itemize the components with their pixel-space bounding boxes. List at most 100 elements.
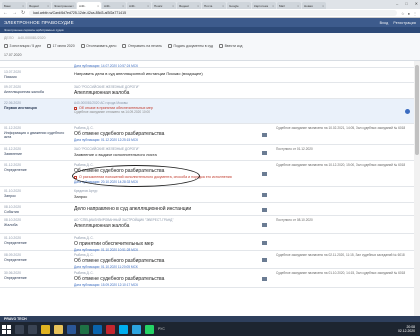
browser-tab-label: Google (229, 3, 239, 8)
event-title[interactable]: О принятии обеспечительных мер (74, 241, 274, 247)
browser-tab[interactable]: Банк × (2, 2, 26, 9)
browser-tab[interactable]: Электронное × (52, 2, 76, 9)
event-title[interactable]: Об отмене судебного разбирательства (74, 168, 274, 174)
toolbar-button[interactable]: Отслеживать дело (80, 44, 116, 48)
browser-tab[interactable]: Google × (227, 2, 251, 9)
event-kind: Определение (4, 258, 27, 262)
minimize-button[interactable]: – (396, 1, 398, 6)
event-title[interactable]: Об отмене судебного разбирательства (74, 131, 274, 137)
browser-tab-label: Яндекс (179, 3, 190, 8)
scrollbar-thumb[interactable] (415, 65, 419, 155)
toolbar-button[interactable]: 3 инстанция / 5 дел (4, 44, 41, 48)
mail-icon[interactable] (262, 223, 267, 227)
outlook-app-icon[interactable] (93, 324, 102, 334)
register-link[interactable]: Регистрация (393, 21, 416, 25)
close-tab-icon[interactable]: × (197, 4, 199, 8)
event-kind: Заявление (4, 152, 23, 156)
task-view-app-icon[interactable] (28, 324, 37, 334)
address-bar-row: ← → ↻ kad.arbitr.ru/Card/6d7ed725-12de-4… (0, 9, 420, 18)
event-author: А40-000081/2020 АС города Москвы (74, 101, 128, 105)
browser-tab[interactable]: A40- × (127, 2, 151, 9)
mail-icon[interactable] (262, 172, 267, 176)
menu-icon[interactable]: ⋮ (413, 11, 417, 16)
close-tab-icon[interactable]: × (172, 4, 174, 8)
close-tab-icon[interactable]: × (72, 4, 74, 8)
close-tab-icon[interactable]: × (222, 4, 224, 8)
event-right-col: Судебное заседание назначено на 10.12.20… (276, 163, 406, 167)
chrome-app-icon[interactable] (41, 324, 50, 334)
toolbar-button[interactable]: 17 июня 2020 (47, 44, 75, 48)
maximize-button[interactable]: □ (405, 1, 407, 6)
close-tab-icon[interactable]: × (97, 4, 99, 8)
browser-tab-label: A40- (104, 3, 111, 8)
event-date-col: 08.10.2020 Жалоба (4, 218, 70, 227)
event-title[interactable]: Дело направлено в суд апелляционной инст… (74, 206, 274, 212)
mail-icon[interactable] (262, 241, 267, 245)
back-arrow-icon[interactable]: ← (3, 10, 8, 16)
whatsapp-app-icon[interactable] (145, 324, 154, 334)
mail-icon[interactable] (262, 133, 267, 137)
toolbar-button[interactable]: Отправить на печать (122, 44, 162, 48)
browser-tab[interactable]: Яндекс × (177, 2, 201, 9)
mail-icon[interactable] (262, 193, 267, 197)
forward-arrow-icon[interactable]: → (12, 10, 17, 16)
event-title[interactable]: Об отмене судебного разбирательства (74, 258, 274, 264)
event-main-col: А40-000081/2020 АС города Москвы Об отказ… (74, 101, 274, 114)
toolbar-button[interactable]: Подать документы в суд (167, 44, 213, 48)
language-indicator[interactable]: РУС (158, 327, 165, 331)
close-tab-icon[interactable]: × (322, 4, 324, 8)
event-title[interactable]: Апелляционная жалоба (74, 90, 274, 96)
close-tab-icon[interactable]: × (272, 4, 274, 8)
event-date-col: 08.10.2020 События (4, 205, 70, 214)
star-bookmark-icon[interactable]: ☆ (401, 11, 405, 16)
event-row: 22.06.2020 Первая инстанция А40-000081/202… (0, 99, 414, 124)
search-app-icon[interactable] (15, 324, 24, 334)
mail-icon[interactable] (262, 258, 267, 262)
toolbar-button-label: Ввести код (224, 44, 243, 48)
event-title[interactable]: Запрос (74, 194, 274, 199)
close-tab-icon[interactable]: × (297, 4, 299, 8)
windows-start-icon[interactable] (2, 324, 11, 334)
event-date: 01.12.2020 (4, 163, 21, 167)
word-app-icon[interactable] (67, 324, 76, 334)
mail-icon[interactable] (262, 277, 267, 281)
close-window-button[interactable]: ✕ (415, 1, 418, 6)
mail-icon[interactable] (262, 151, 267, 155)
browser-tab[interactable]: Картотека × (252, 2, 276, 9)
event-row: 01.10.2020 Определение Рыбина Д. С. О приня… (0, 234, 414, 252)
login-link[interactable]: Вход (380, 21, 389, 25)
page-scrollbar[interactable] (414, 61, 420, 316)
skype-app-icon[interactable] (119, 324, 128, 334)
event-kind: События (4, 210, 19, 214)
excel-app-icon[interactable] (80, 324, 89, 334)
event-title[interactable]: Об отмене судебного разбирательства (74, 276, 274, 282)
event-title[interactable]: Апелляционная жалоба (74, 223, 274, 229)
browser-tab[interactable]: A40- × (77, 2, 101, 9)
close-tab-icon[interactable]: × (22, 4, 24, 8)
toolbar-button[interactable]: Ввести код (219, 44, 242, 48)
browser-tab[interactable]: Поиск × (152, 2, 176, 9)
browser-tab[interactable]: A40- × (102, 2, 126, 9)
browser-tab[interactable]: Яндекс × (27, 2, 51, 9)
event-document-link[interactable]: О разъяснении положений исполнительного … (74, 175, 274, 179)
close-tab-icon[interactable]: × (147, 4, 149, 8)
close-tab-icon[interactable]: × (47, 4, 49, 8)
mail-icon[interactable] (262, 208, 267, 212)
event-title[interactable]: Направить дела в суд апелляционной инста… (74, 71, 274, 76)
taskbar-clock[interactable]: 20:08 02.12.2020 (398, 325, 418, 334)
browser-tab[interactable]: Mail × (277, 2, 301, 9)
chat-bubble-icon[interactable] (405, 109, 410, 114)
reload-icon[interactable]: ↻ (21, 10, 25, 16)
close-tab-icon[interactable]: × (247, 4, 249, 8)
url-input[interactable]: kad.arbitr.ru/Card/6d7ed725-12de-42ca-85… (29, 10, 397, 16)
event-author: Кредитов Артур (74, 189, 98, 193)
profile-icon[interactable]: ● (408, 11, 410, 16)
app-title[interactable]: ЭЛЕКТРОННОЕ ПРАВОСУДИЕ (4, 20, 74, 25)
telegram-app-icon[interactable] (132, 324, 141, 334)
pdf-app-icon[interactable] (106, 324, 115, 334)
close-tab-icon[interactable]: × (122, 4, 124, 8)
event-title[interactable]: Заявление о выдаче исполнительного листа (74, 152, 274, 157)
browser-tab[interactable]: Почта × (202, 2, 226, 9)
explorer-app-icon[interactable] (54, 324, 63, 334)
browser-tab[interactable]: Новая × (302, 2, 326, 9)
